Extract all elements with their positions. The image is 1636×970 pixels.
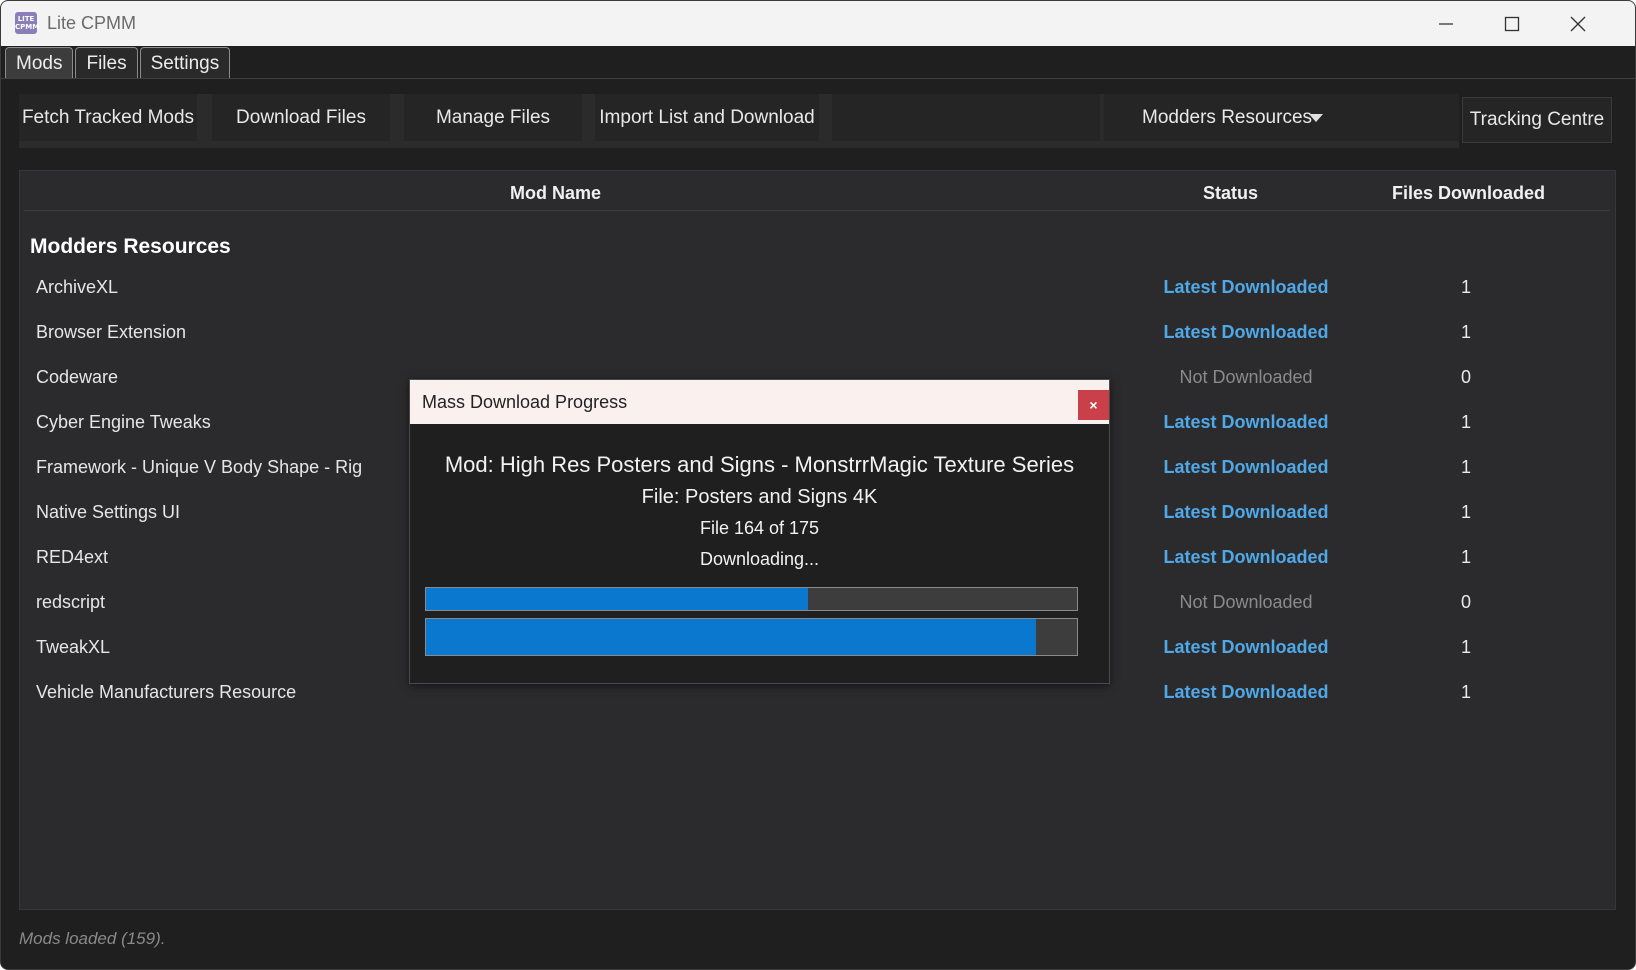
- app-window: LITE CPMM Lite CPMM Mods Files Settings F…: [0, 0, 1636, 970]
- mod-name: Framework - Unique V Body Shape - Rig: [36, 457, 363, 477]
- dialog-title-bar[interactable]: Mass Download Progress ×: [410, 380, 1109, 424]
- mod-name: Vehicle Manufacturers Resource: [36, 682, 297, 702]
- mod-name: Browser Extension: [36, 322, 187, 342]
- chevron-down-icon: [1309, 114, 1323, 122]
- manage-files-button[interactable]: Manage Files: [404, 94, 582, 141]
- files-count: 1: [1460, 682, 1471, 702]
- status-bar-text: Mods loaded (159).: [19, 929, 166, 948]
- status-label: Latest Downloaded: [1163, 457, 1329, 477]
- mod-name: RED4ext: [36, 547, 109, 567]
- current-mod-label: Mod: High Res Posters and Signs - Monstr…: [444, 452, 1075, 477]
- mass-download-dialog: Mass Download Progress × Mod: High Res P…: [409, 379, 1110, 684]
- mod-name: redscript: [36, 592, 106, 612]
- status-label: Latest Downloaded: [1163, 412, 1329, 432]
- download-state-label: Downloading...: [699, 549, 820, 569]
- files-count: 1: [1460, 637, 1471, 657]
- tab-mods[interactable]: Mods: [5, 47, 74, 79]
- search-input[interactable]: [832, 94, 1100, 141]
- dialog-close-button[interactable]: ×: [1078, 390, 1109, 420]
- column-header-mod-name[interactable]: Mod Name: [510, 183, 601, 204]
- tab-settings[interactable]: Settings: [139, 47, 231, 79]
- main-tabs: Mods Files Settings: [5, 47, 231, 79]
- close-icon: ×: [1089, 397, 1098, 413]
- column-header-files-downloaded[interactable]: Files Downloaded: [1392, 183, 1545, 204]
- table-header: Mod Name Status Files Downloaded: [24, 171, 1610, 211]
- status-label: Latest Downloaded: [1163, 547, 1329, 567]
- files-count: 1: [1460, 277, 1471, 297]
- mod-name: Cyber Engine Tweaks: [36, 412, 211, 432]
- mod-name: ArchiveXL: [36, 277, 119, 297]
- tab-divider: [1, 78, 1635, 79]
- maximize-button[interactable]: [1479, 1, 1545, 46]
- file-count-label: File 164 of 175: [699, 518, 820, 538]
- status-label: Not Downloaded: [1179, 367, 1313, 387]
- overall-progress-bar: [425, 618, 1078, 656]
- dialog-title: Mass Download Progress: [422, 392, 628, 412]
- category-dropdown[interactable]: Modders Resources: [1104, 94, 1459, 141]
- status-label: Latest Downloaded: [1163, 322, 1329, 342]
- files-count: 0: [1460, 592, 1471, 612]
- overall-progress-fill: [426, 619, 1036, 655]
- mod-name: Native Settings UI: [36, 502, 181, 522]
- mod-name: Codeware: [36, 367, 119, 387]
- title-bar[interactable]: LITE CPMM Lite CPMM: [1, 1, 1635, 46]
- toolbar: Fetch Tracked Mods Download Files Manage…: [19, 94, 1459, 148]
- app-logo-icon: LITE CPMM: [15, 12, 39, 34]
- files-count: 1: [1460, 322, 1471, 342]
- files-count: 1: [1460, 547, 1471, 567]
- download-files-button[interactable]: Download Files: [212, 94, 390, 141]
- status-label: Latest Downloaded: [1163, 682, 1329, 702]
- fetch-tracked-mods-button[interactable]: Fetch Tracked Mods: [19, 94, 197, 141]
- group-title: Modders Resources: [30, 235, 231, 258]
- files-count: 1: [1460, 502, 1471, 522]
- files-count: 1: [1460, 457, 1471, 477]
- maximize-icon: [1504, 16, 1520, 31]
- close-window-button[interactable]: [1545, 1, 1611, 46]
- tracking-centre-button[interactable]: Tracking Centre: [1462, 97, 1612, 143]
- close-icon: [1570, 16, 1586, 31]
- minimize-icon: [1439, 22, 1453, 25]
- file-progress-bar: [425, 587, 1078, 611]
- category-dropdown-value: Modders Resources: [1142, 106, 1313, 128]
- status-label: Latest Downloaded: [1163, 502, 1329, 522]
- status-label: Latest Downloaded: [1163, 637, 1329, 657]
- import-list-button[interactable]: Import List and Download: [595, 94, 819, 141]
- window-title: Lite CPMM: [47, 13, 137, 33]
- table-row[interactable]: Browser Extension Latest Downloaded 1: [20, 314, 1610, 359]
- current-file-label: File: Posters and Signs 4K: [641, 486, 878, 508]
- minimize-button[interactable]: [1413, 1, 1479, 46]
- column-header-status[interactable]: Status: [1203, 183, 1258, 204]
- files-count: 0: [1460, 367, 1471, 387]
- tab-files[interactable]: Files: [75, 47, 138, 79]
- table-row[interactable]: ArchiveXL Latest Downloaded 1: [20, 269, 1610, 314]
- status-label: Not Downloaded: [1179, 592, 1313, 612]
- file-progress-fill: [426, 588, 809, 610]
- files-count: 1: [1460, 412, 1471, 432]
- mod-name: TweakXL: [36, 637, 111, 657]
- status-label: Latest Downloaded: [1163, 277, 1329, 297]
